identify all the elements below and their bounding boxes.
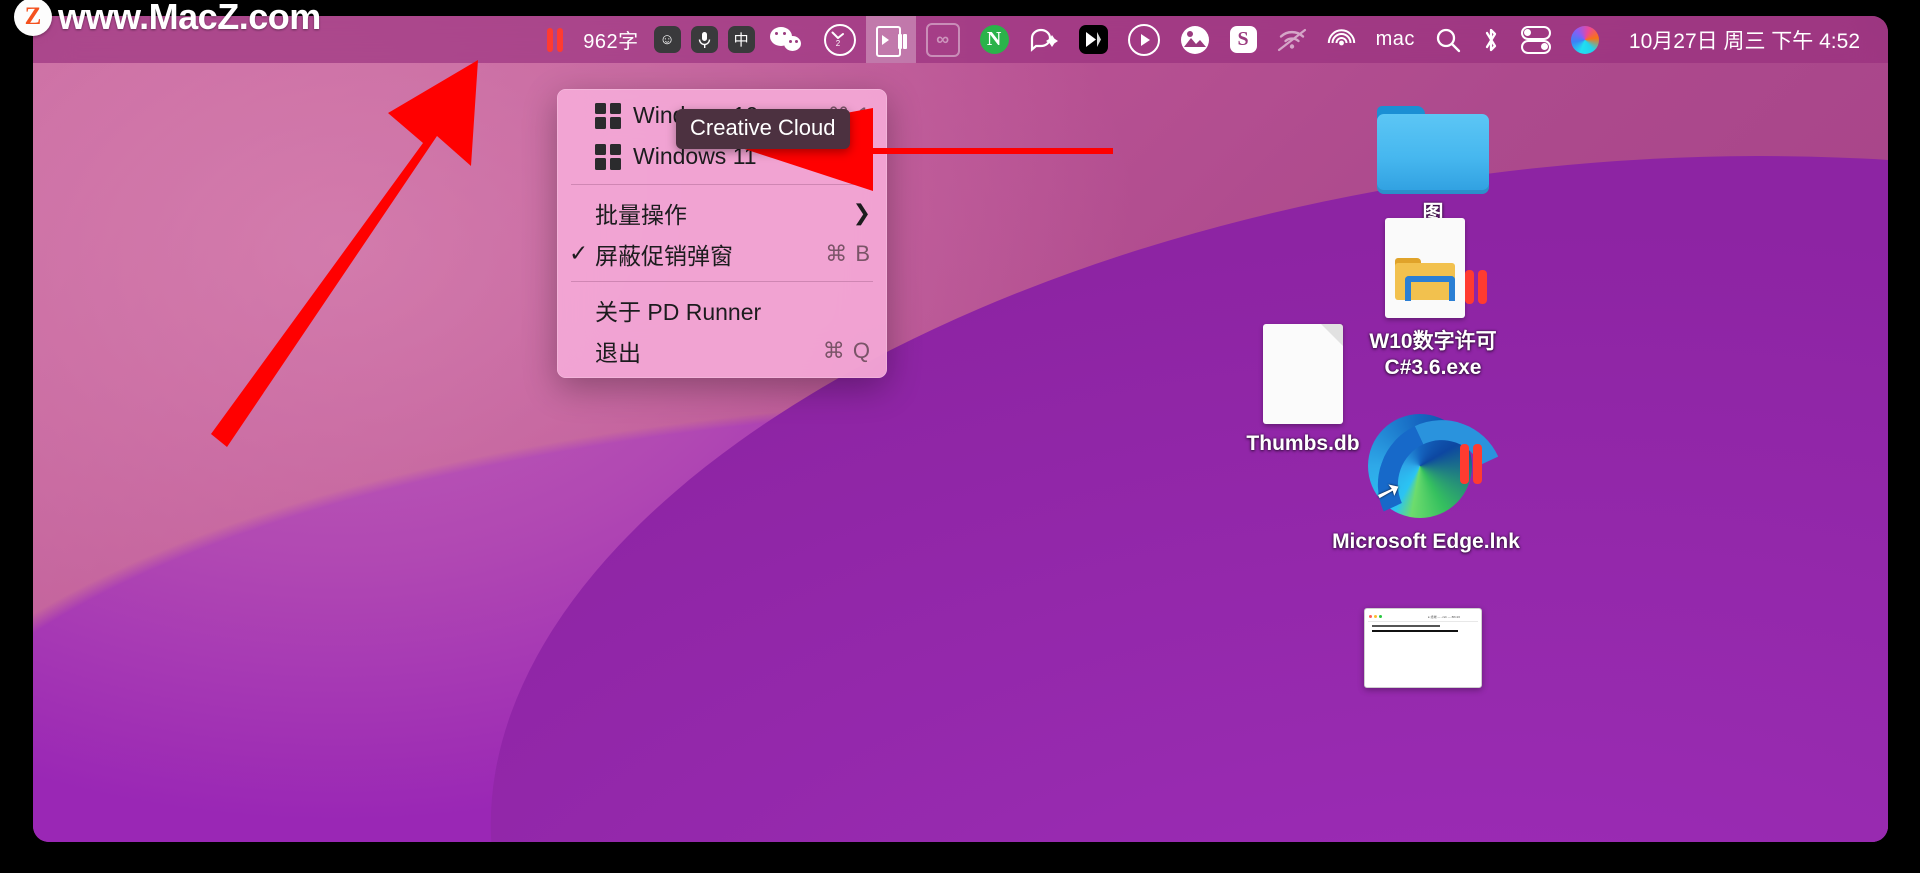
menu-item-quit[interactable]: 退出 ⌘ Q (557, 330, 887, 371)
snipaste-icon[interactable]: S (1220, 16, 1267, 63)
menu-item-label: 屏蔽促销弹窗 (595, 242, 733, 269)
menu-item-block-promo-popups[interactable]: ✓ 屏蔽促销弹窗 ⌘ B (557, 233, 887, 274)
control-center-icon[interactable] (1511, 16, 1561, 63)
windows-icon (595, 143, 621, 170)
folder-icon (1328, 86, 1538, 194)
clock-timer-icon[interactable]: 2 (814, 16, 866, 63)
menu-bar: 962字 ☺ 中 2 ∞ N S mac 10月27日 周三 下午 4:52 (33, 16, 1888, 63)
word-count-text[interactable]: 962字 (573, 16, 648, 63)
mac-text: mac (1375, 28, 1415, 50)
photos-icon[interactable] (1170, 16, 1220, 63)
menu-item-batch-operations[interactable]: 批量操作 ❯ (557, 192, 887, 233)
wifi-off-icon[interactable] (1267, 16, 1317, 63)
menu-item-shortcut: ⌘ Q (822, 337, 871, 363)
emoji-glyph: ☺ (653, 26, 681, 53)
keka-icon[interactable] (1069, 16, 1118, 63)
checkmark-icon: ✓ (569, 240, 589, 266)
bartender-icon[interactable] (1019, 16, 1069, 63)
file-explorer-exe-icon (1328, 214, 1538, 322)
windows-icon (595, 102, 621, 129)
bluetooth-icon[interactable] (1471, 16, 1511, 63)
word-count-label: 962字 (583, 31, 639, 53)
creative-cloud-tooltip: Creative Cloud (676, 109, 850, 149)
mic-glyph (690, 26, 718, 53)
window-thumbnail-preview: ● 终端 — -zsh — 88×26 (1363, 608, 1483, 688)
menu-item-label: 关于 PD Runner (595, 298, 762, 325)
menu-separator-2 (571, 281, 873, 282)
media-play-icon[interactable] (1118, 16, 1170, 63)
menu-bar-status-items: 962字 ☺ 中 2 ∞ N S mac 10月27日 周三 下午 4:52 (537, 16, 1874, 63)
menu-item-about-pd-runner[interactable]: 关于 PD Runner (557, 289, 887, 330)
menu-bar-clock[interactable]: 10月27日 周三 下午 4:52 (1609, 16, 1874, 63)
chevron-right-icon: ❯ (852, 199, 871, 225)
menu-separator-1 (571, 184, 873, 185)
desktop-icon-pictures-folder[interactable]: 图 (1328, 86, 1538, 227)
edge-browser-icon: ➚ (1321, 402, 1531, 566)
pause-recording-icon[interactable] (537, 16, 573, 63)
siri-icon[interactable] (1561, 16, 1609, 63)
spotlight-search-icon[interactable] (1425, 16, 1471, 63)
document-icon (1198, 316, 1408, 424)
screen-root: 962字 ☺ 中 2 ∞ N S mac 10月27日 周三 下午 4:52 图… (0, 0, 1920, 873)
creative-cloud-icon[interactable]: ∞ (916, 16, 970, 63)
desktop-icon-microsoft-edge[interactable]: ➚ Microsoft Edge.lnk (1321, 402, 1531, 566)
airdrop-icon[interactable] (1317, 16, 1366, 63)
clock-text: 10月27日 周三 下午 4:52 (1628, 29, 1860, 53)
ime-glyph: 中 (727, 26, 755, 53)
menu-item-label: 退出 (595, 339, 641, 366)
svg-text:2: 2 (835, 39, 840, 48)
pd-runner-icon[interactable] (865, 16, 916, 63)
desktop-window: 962字 ☺ 中 2 ∞ N S mac 10月27日 周三 下午 4:52 图… (33, 16, 1888, 842)
dictation-mic-icon[interactable] (686, 16, 723, 63)
chinese-input-icon[interactable]: 中 (723, 16, 760, 63)
wechat-icon[interactable] (760, 16, 814, 63)
wallpaper (33, 16, 1888, 842)
mac-label[interactable]: mac (1366, 16, 1425, 63)
neat-download-icon[interactable]: N (970, 16, 1019, 63)
desktop-icon-window-thumbnail[interactable]: ● 终端 — -zsh — 88×26 (1363, 608, 1483, 688)
emoji-input-icon[interactable]: ☺ (649, 16, 686, 63)
menu-item-label: 批量操作 (595, 201, 687, 228)
menu-item-shortcut: ⌘ B (825, 240, 871, 266)
